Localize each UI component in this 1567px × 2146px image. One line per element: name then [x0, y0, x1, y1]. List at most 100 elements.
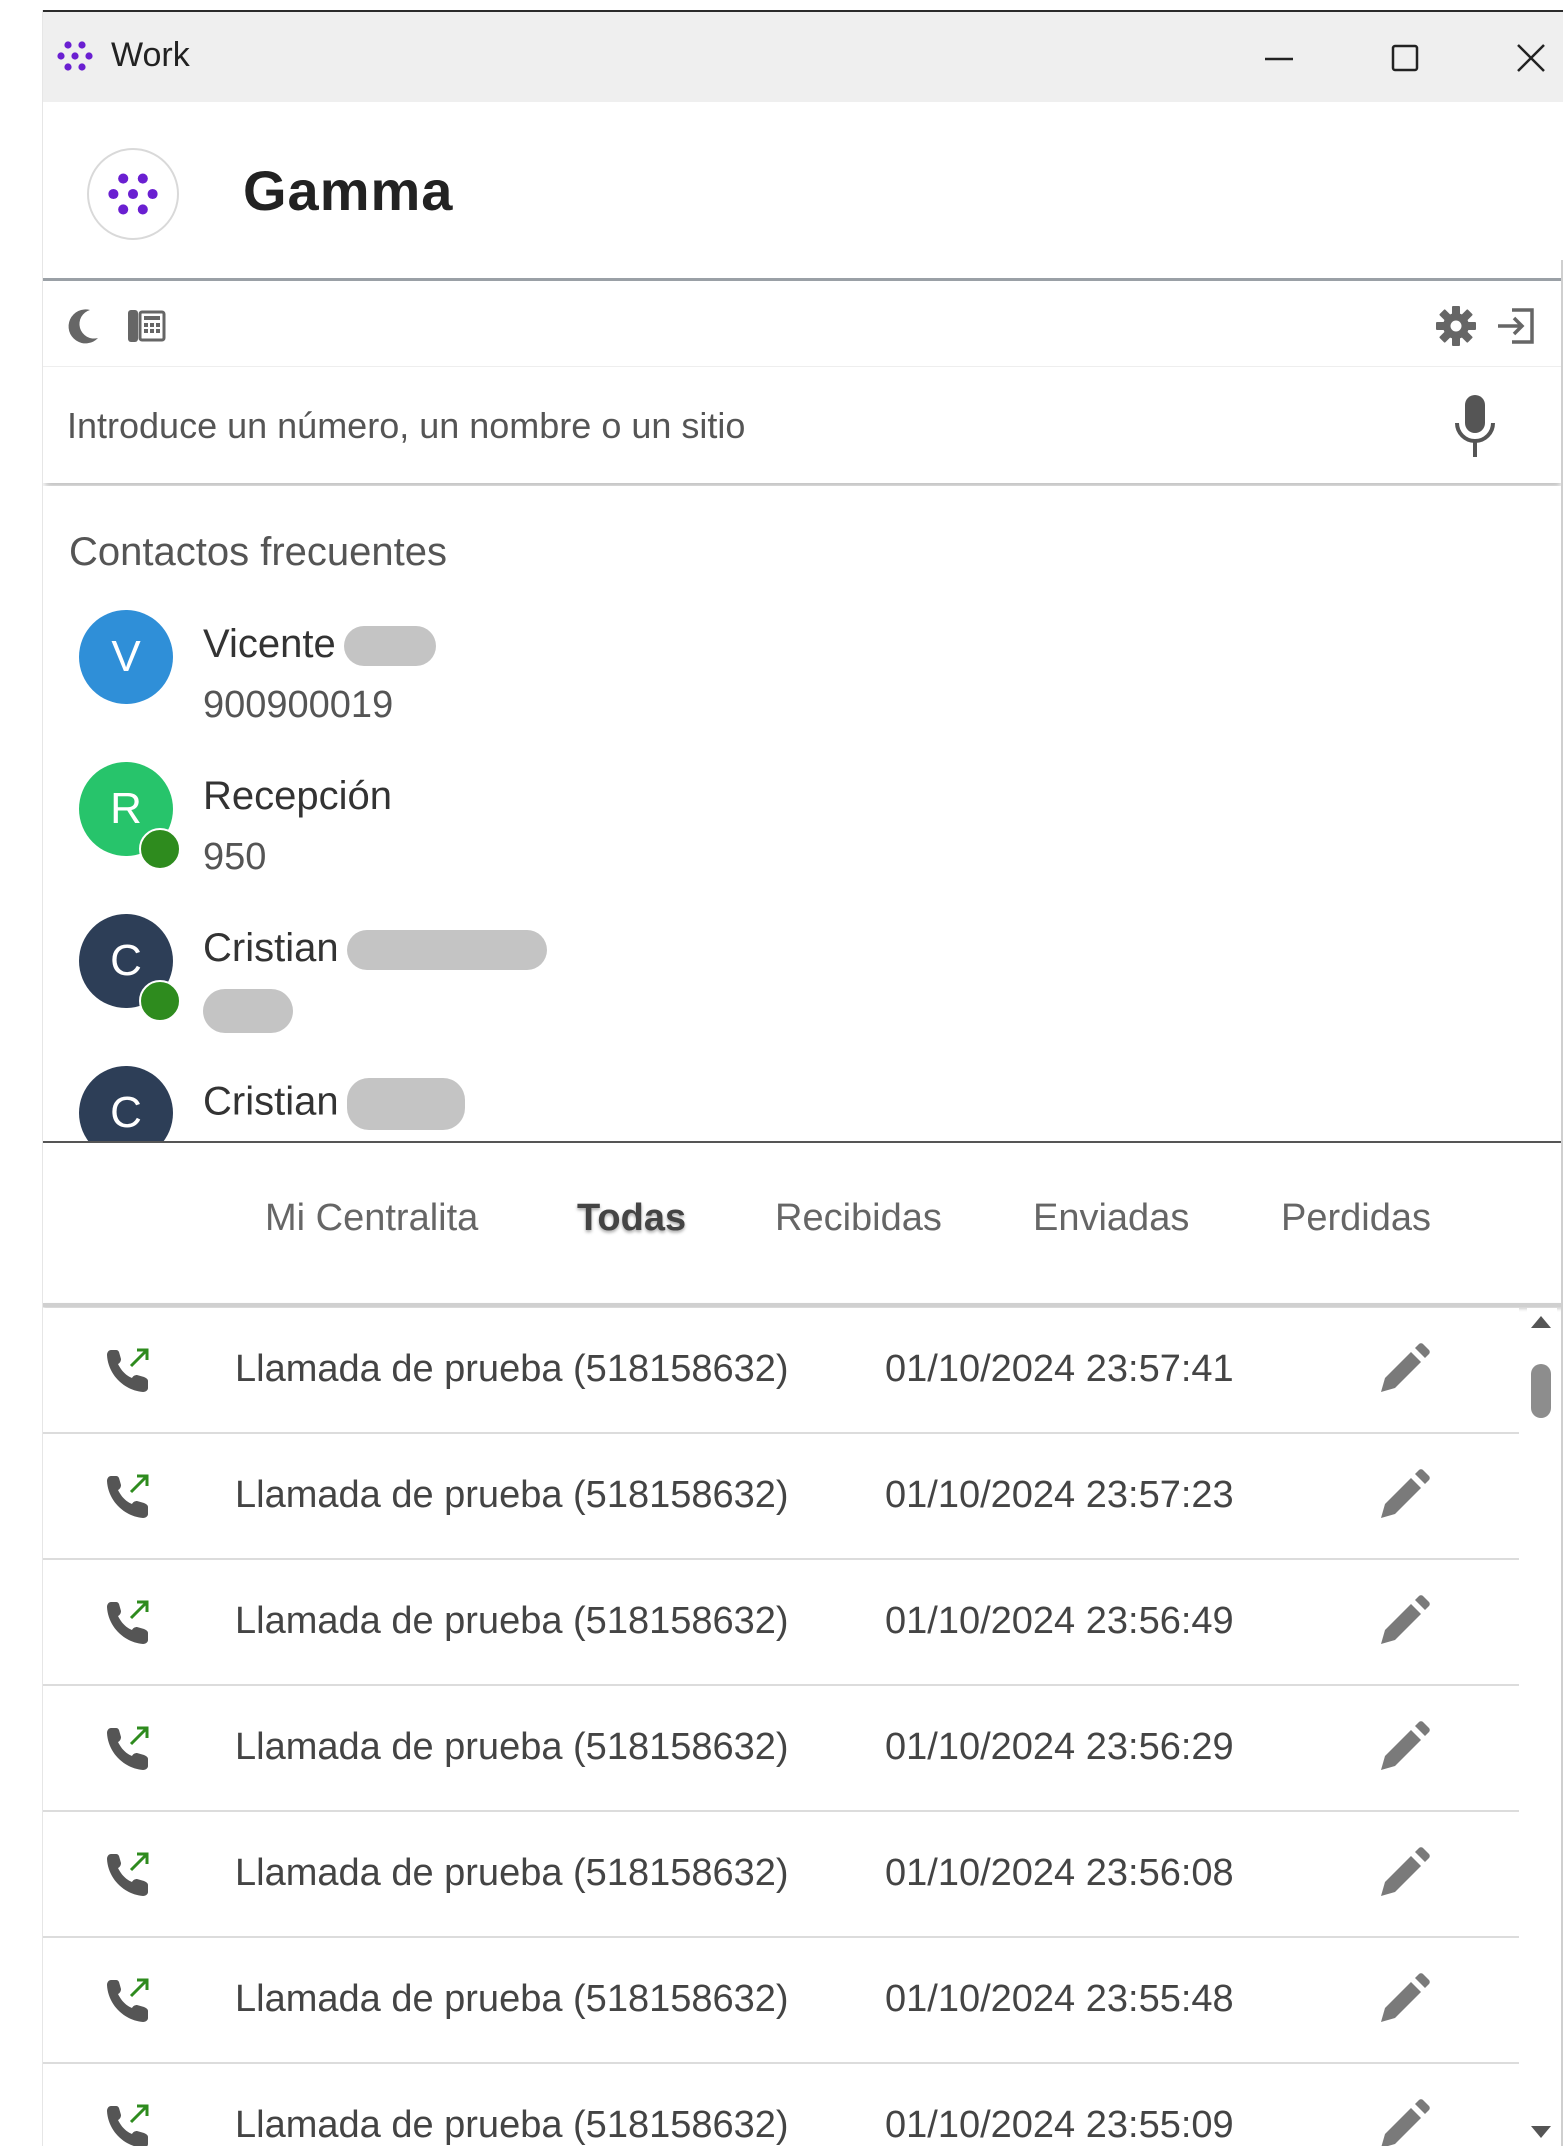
contact-name: Recepción: [203, 774, 393, 818]
pencil-icon: [1381, 1595, 1430, 1644]
edit-button[interactable]: [1367, 1840, 1437, 1910]
desk-phone-icon: [128, 310, 166, 342]
minimize-button[interactable]: [1249, 32, 1309, 84]
contact-item[interactable]: V Vicente 900900019: [43, 610, 1563, 760]
contact-item[interactable]: C Cristian: [43, 1066, 1563, 1142]
dialpad-button[interactable]: [119, 299, 173, 353]
voice-search-button[interactable]: [1443, 391, 1507, 463]
dnd-button[interactable]: [57, 299, 111, 353]
scroll-down-arrow-icon[interactable]: [1531, 2126, 1551, 2138]
contact-item[interactable]: R Recepción 950: [43, 762, 1563, 912]
tabs-divider: [43, 1303, 1563, 1307]
contact-name: Vicente: [203, 622, 436, 667]
search-bar: [43, 366, 1563, 483]
settings-button[interactable]: [1429, 299, 1483, 353]
pencil-icon: [1381, 1973, 1430, 2022]
call-name: Llamada de prueba (518158632): [235, 1600, 789, 1642]
scroll-thumb[interactable]: [1531, 1364, 1551, 1418]
window-title: Work: [111, 36, 190, 74]
call-name: Llamada de prueba (518158632): [235, 1726, 789, 1768]
maximize-icon: [1391, 44, 1419, 72]
call-date: 01/10/2024 23:56:29: [885, 1726, 1234, 1768]
call-history-row[interactable]: Llamada de prueba (518158632) 01/10/2024 …: [43, 1938, 1519, 2064]
app-header: Gamma: [43, 102, 1563, 278]
logout-icon: [1498, 308, 1534, 344]
brand-logo: [87, 148, 179, 240]
call-history-row[interactable]: Llamada de prueba (518158632) 01/10/2024 …: [43, 1308, 1519, 1434]
frequent-contacts: Contactos frecuentes V Vicente 900900019…: [43, 486, 1563, 1142]
online-status-indicator: [139, 828, 181, 870]
contact-name: Cristian: [203, 926, 547, 971]
call-history-row[interactable]: Llamada de prueba (518158632) 01/10/2024 …: [43, 1434, 1519, 1560]
outgoing-call-icon: [107, 2104, 149, 2146]
call-history-list: Llamada de prueba (518158632) 01/10/2024 …: [43, 1308, 1519, 2146]
edit-button[interactable]: [1367, 1588, 1437, 1658]
contact-item[interactable]: C Cristian: [43, 914, 1563, 1064]
redacted-block: [346, 1078, 465, 1130]
window-edge: [1561, 260, 1563, 2146]
call-history-row[interactable]: Llamada de prueba (518158632) 01/10/2024 …: [43, 2064, 1519, 2146]
outgoing-call-icon: [107, 1474, 149, 1518]
contact-number: 900900019: [203, 684, 394, 726]
search-input[interactable]: [65, 397, 1449, 455]
edit-button[interactable]: [1367, 1462, 1437, 1532]
call-date: 01/10/2024 23:55:09: [885, 2104, 1234, 2146]
tab-perdidas[interactable]: Perdidas: [1281, 1197, 1431, 1240]
edit-button[interactable]: [1367, 1966, 1437, 2036]
contact-name: Cristian: [203, 1078, 465, 1130]
call-name: Llamada de prueba (518158632): [235, 1978, 789, 2020]
tab-mi-centralita[interactable]: Mi Centralita: [265, 1197, 478, 1240]
contact-number: [203, 988, 293, 1033]
tab-enviadas[interactable]: Enviadas: [1033, 1197, 1189, 1240]
app-window: Work Gamma Introduce un número, un nombr…: [42, 10, 1563, 2146]
call-history-row[interactable]: Llamada de prueba (518158632) 01/10/2024 …: [43, 1686, 1519, 1812]
call-date: 01/10/2024 23:55:48: [885, 1978, 1234, 2020]
toolbar: [43, 278, 1563, 369]
logout-button[interactable]: [1489, 299, 1543, 353]
call-name: Llamada de prueba (518158632): [235, 1348, 789, 1390]
pencil-icon: [1381, 1721, 1430, 1770]
contact-name-text: Cristian: [203, 926, 339, 970]
pencil-icon: [1381, 1847, 1430, 1896]
edit-button[interactable]: [1367, 1336, 1437, 1406]
tab-todas[interactable]: Todas: [577, 1197, 686, 1240]
avatar-initial: R: [110, 784, 142, 833]
pencil-icon: [1381, 1343, 1430, 1392]
outgoing-call-icon: [107, 1348, 149, 1392]
contact-name-text: Cristian: [203, 1079, 339, 1124]
close-button[interactable]: [1501, 32, 1561, 84]
avatar-initial: C: [110, 1088, 142, 1137]
avatar: C: [79, 1066, 173, 1142]
avatar-initial: C: [110, 936, 142, 985]
avatar-initial: V: [111, 632, 141, 681]
minimize-icon: [1265, 57, 1293, 61]
outgoing-call-icon: [107, 1978, 149, 2022]
call-date: 01/10/2024 23:56:49: [885, 1600, 1234, 1642]
gear-icon: [1436, 306, 1476, 346]
contact-number: 950: [203, 836, 267, 878]
scroll-up-arrow-icon[interactable]: [1531, 1316, 1551, 1328]
app-logo-icon: [57, 41, 93, 71]
pencil-icon: [1381, 2099, 1430, 2146]
scrollbar[interactable]: [1527, 1308, 1557, 2146]
edit-button[interactable]: [1367, 1714, 1437, 1784]
pencil-icon: [1381, 1469, 1430, 1518]
online-status-indicator: [139, 980, 181, 1022]
call-date: 01/10/2024 23:56:08: [885, 1852, 1234, 1894]
call-name: Llamada de prueba (518158632): [235, 2104, 789, 2146]
call-name: Llamada de prueba (518158632): [235, 1474, 789, 1516]
call-date: 01/10/2024 23:57:41: [885, 1348, 1234, 1390]
call-history-row[interactable]: Llamada de prueba (518158632) 01/10/2024 …: [43, 1812, 1519, 1938]
call-history-row[interactable]: Llamada de prueba (518158632) 01/10/2024 …: [43, 1560, 1519, 1686]
moon-icon: [68, 309, 98, 344]
title-bar[interactable]: Work: [43, 10, 1563, 104]
brand-logo-icon: [108, 173, 158, 215]
redacted-block: [343, 626, 436, 667]
maximize-button[interactable]: [1375, 32, 1435, 84]
avatar: V: [79, 610, 173, 704]
call-date: 01/10/2024 23:57:23: [885, 1474, 1234, 1516]
frequent-contacts-title: Contactos frecuentes: [69, 530, 447, 574]
tab-recibidas[interactable]: Recibidas: [775, 1197, 942, 1240]
edit-button[interactable]: [1367, 2092, 1437, 2146]
outgoing-call-icon: [107, 1852, 149, 1896]
